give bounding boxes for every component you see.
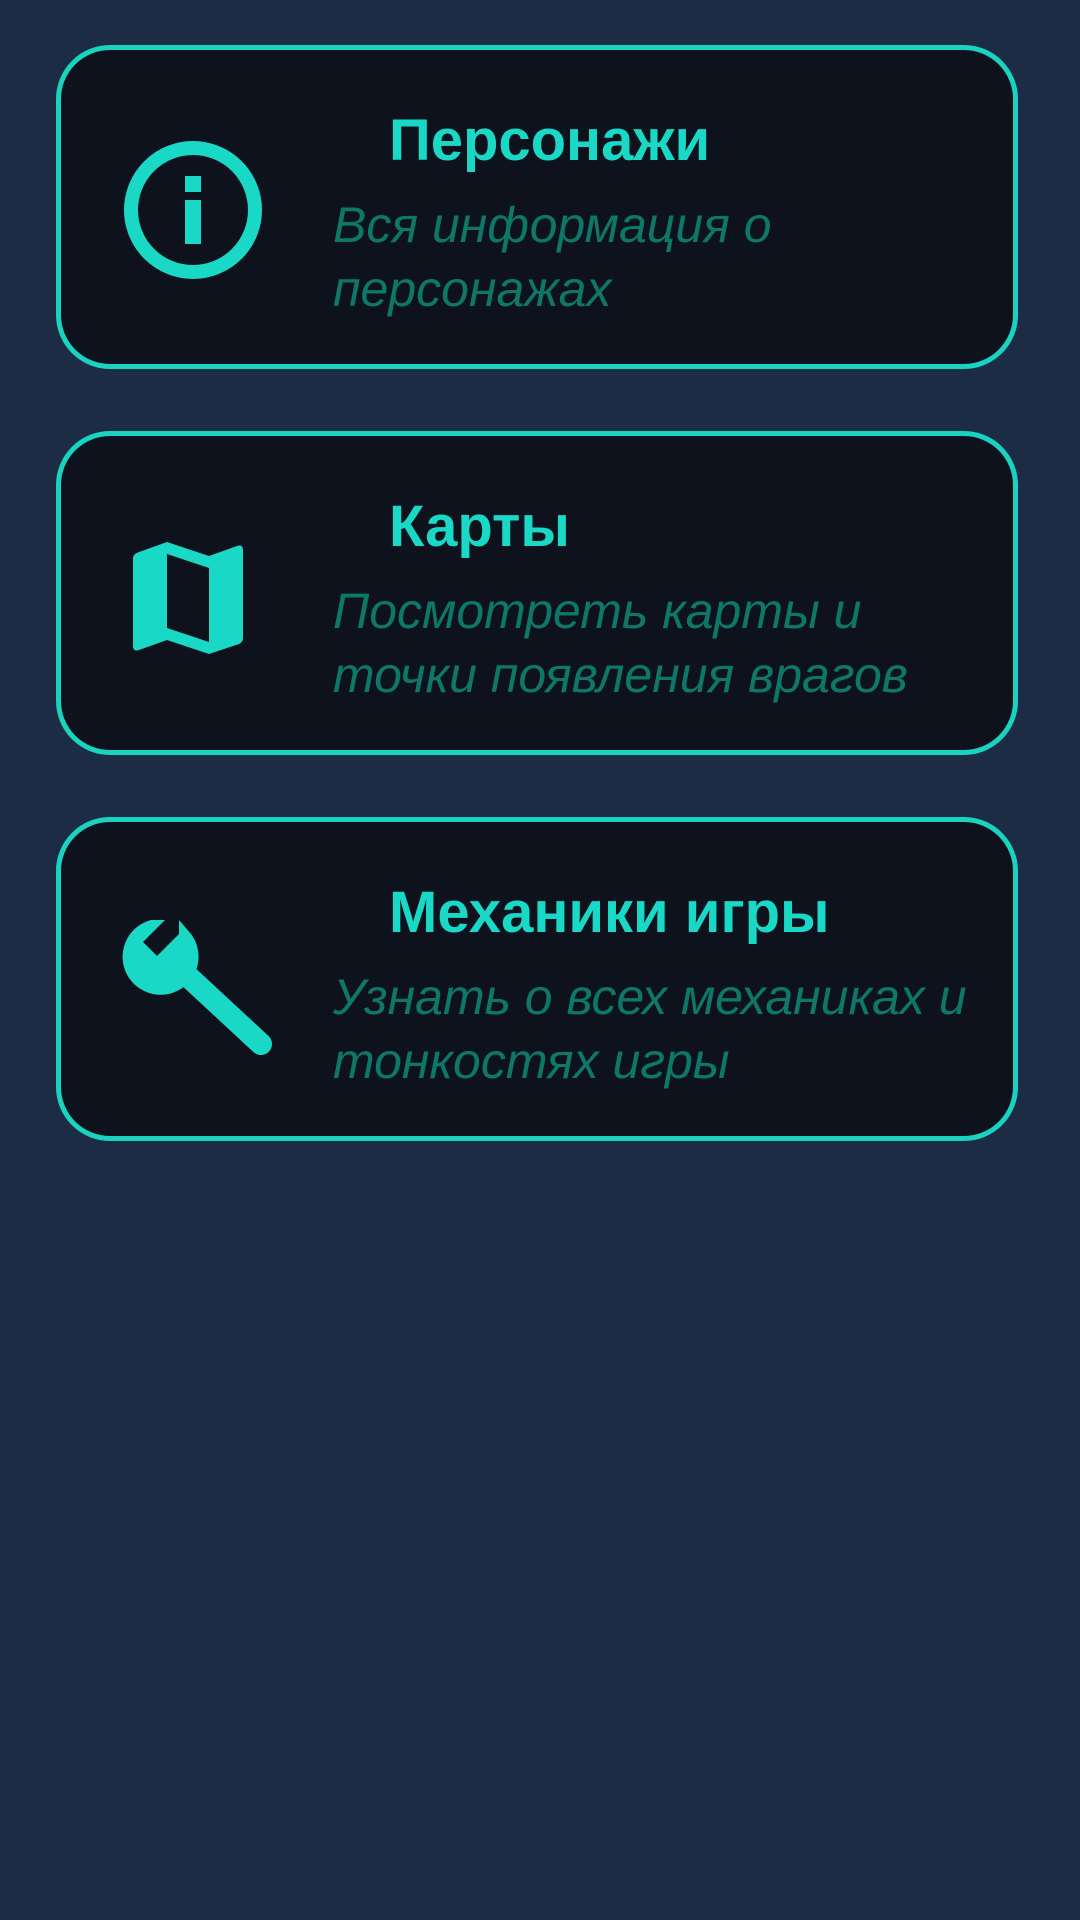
menu-card-subtitle: Посмотреть карты и точки появления враго… (333, 583, 908, 703)
menu-card-mechanics[interactable]: Механики игры Узнать о всех механиках и … (56, 817, 1018, 1141)
menu-card-maps[interactable]: Карты Посмотреть карты и точки появления… (56, 431, 1018, 755)
menu-card-title: Персонажи (389, 108, 711, 173)
menu-card-title: Карты (389, 494, 570, 559)
menu-card-subtitle: Узнать о всех механиках и тонкостях игры (333, 969, 967, 1089)
menu-card-characters[interactable]: Персонажи Вся информация о персонажах (56, 45, 1018, 369)
map-icon (113, 516, 273, 676)
info-circle-icon (113, 130, 273, 290)
main-menu-screen: Персонажи Вся информация о персонажах Ка… (0, 0, 1080, 1920)
menu-card-subtitle: Вся информация о персонажах (333, 197, 772, 317)
wrench-icon (113, 902, 273, 1062)
menu-card-title: Механики игры (389, 880, 830, 945)
